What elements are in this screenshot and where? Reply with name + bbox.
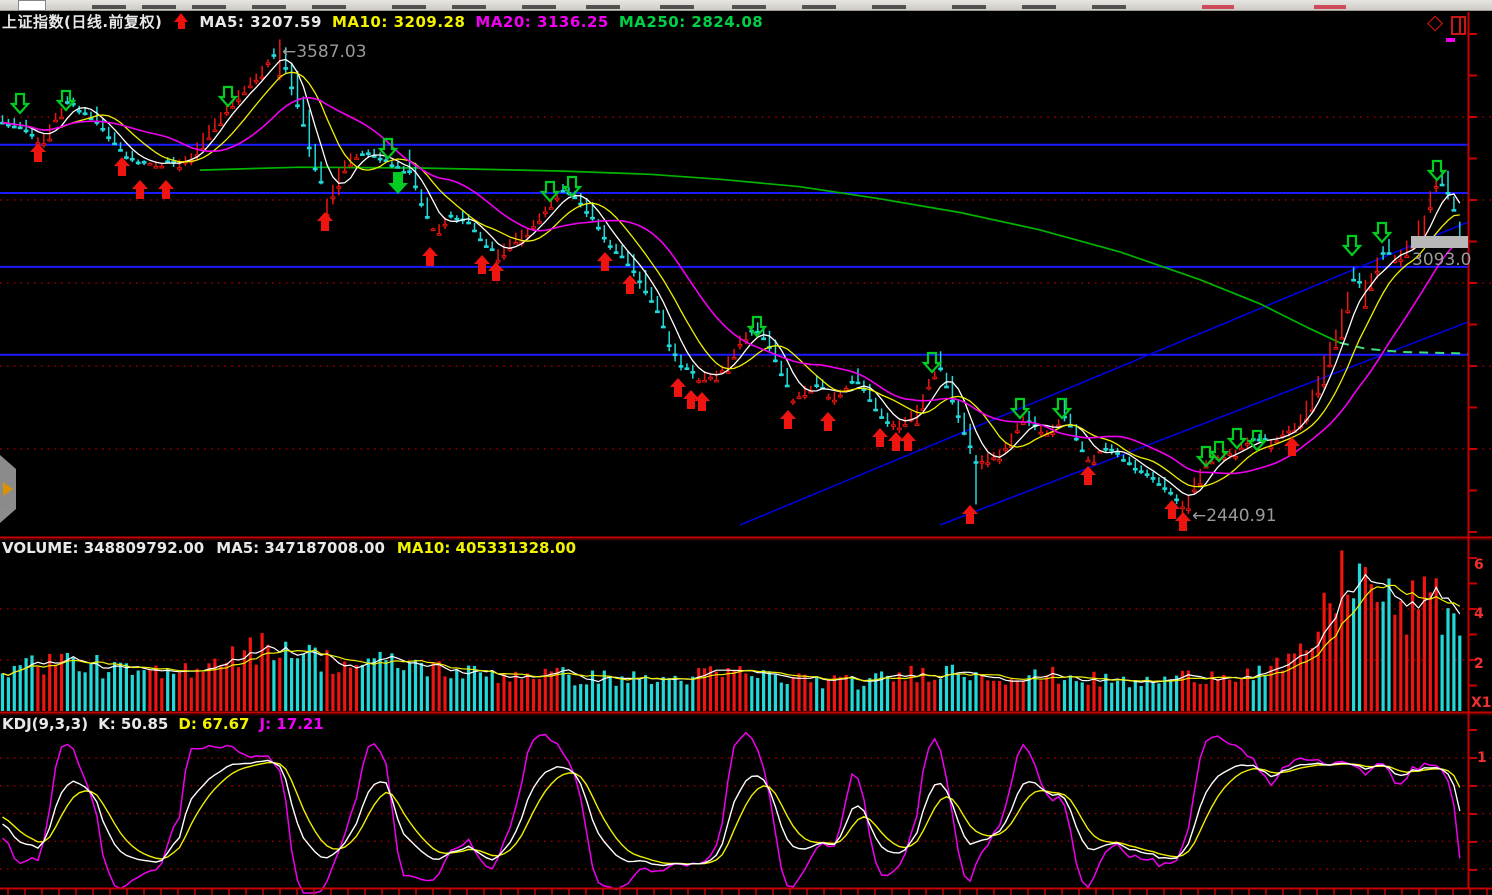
diamond-icon[interactable]: ◇	[1427, 12, 1443, 33]
trading-app-window: 上证指数(日线.前复权)MA5: 3207.59MA10: 3209.28MA2…	[0, 0, 1492, 895]
last-price-annotation: 3093.0	[1412, 250, 1471, 270]
pink-marker	[1446, 38, 1455, 42]
volume-scale-4: 4	[1474, 606, 1484, 622]
split-window-icon[interactable]	[1451, 16, 1466, 35]
expand-arrow-icon	[3, 482, 13, 496]
volume-scale-6: 6	[1474, 557, 1484, 573]
kdj-scale-100: 1	[1477, 750, 1487, 766]
volume-unit-label: X1	[1471, 695, 1492, 711]
volume-scale-2: 2	[1474, 656, 1484, 672]
trough-annotation: ←2440.91	[1192, 506, 1277, 526]
chart-canvas[interactable]: ←3587.03 ←2440.91 3093.0	[0, 0, 1492, 895]
last-price-marker	[1411, 236, 1468, 248]
peak-annotation: ←3587.03	[282, 42, 367, 62]
